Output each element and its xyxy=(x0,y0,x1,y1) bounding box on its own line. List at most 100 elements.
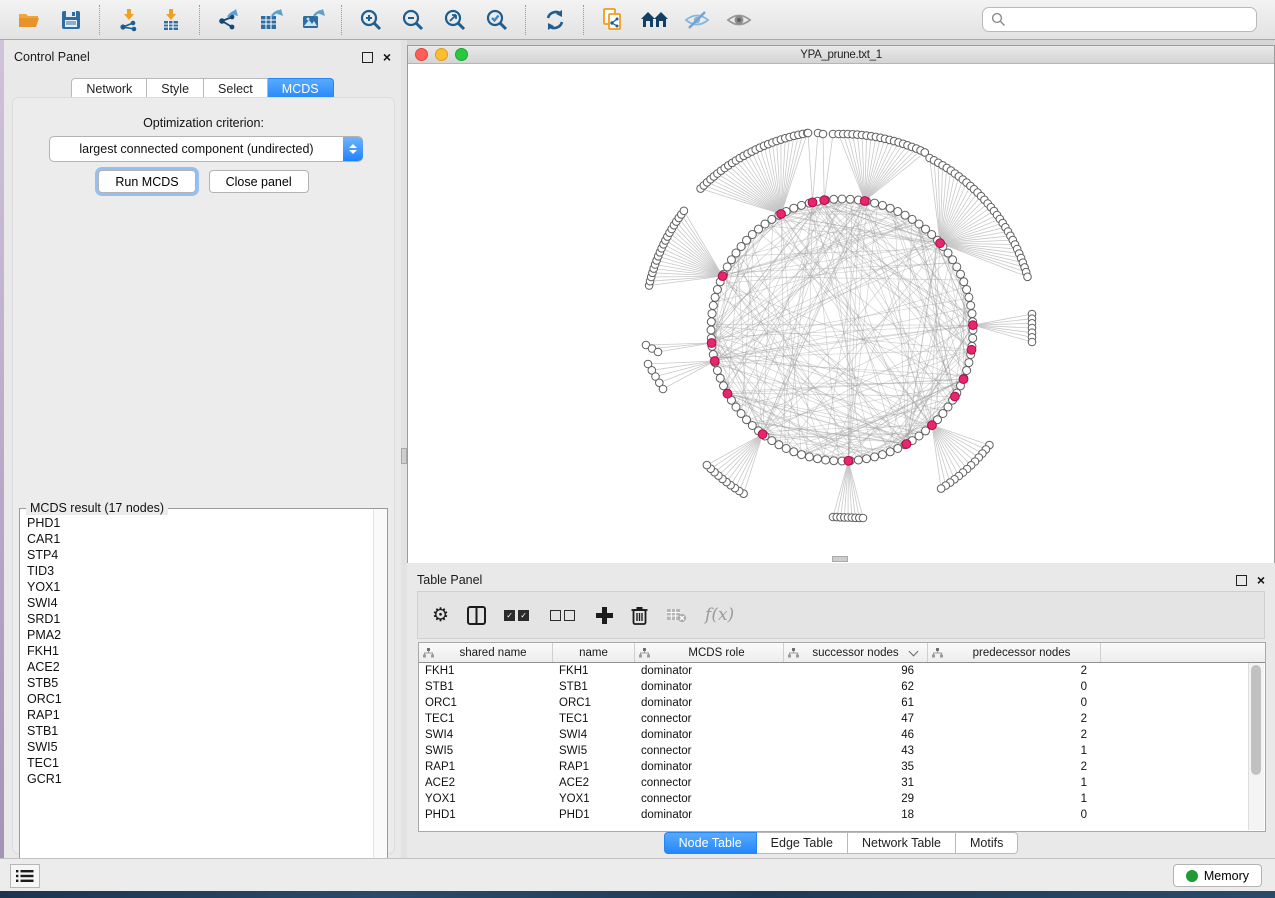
cell-MCDS-role[interactable]: dominator xyxy=(635,807,784,823)
cell-predecessor-nodes[interactable]: 2 xyxy=(928,759,1101,775)
cell-successor-nodes[interactable]: 96 xyxy=(784,663,928,679)
save-button[interactable] xyxy=(52,4,90,36)
cell-successor-nodes[interactable]: 46 xyxy=(784,727,928,743)
table-row[interactable]: TEC1TEC1connector472 xyxy=(419,711,1265,727)
run-mcds-button[interactable]: Run MCDS xyxy=(98,170,195,193)
cell-MCDS-role[interactable]: connector xyxy=(635,775,784,791)
zoom-out-button[interactable] xyxy=(394,4,432,36)
table-row[interactable]: FKH1FKH1dominator962 xyxy=(419,663,1265,679)
cell-name[interactable]: PHD1 xyxy=(553,807,635,823)
close-panel-icon[interactable]: × xyxy=(383,52,391,62)
cell-predecessor-nodes[interactable]: 0 xyxy=(928,679,1101,695)
cell-name[interactable]: YOX1 xyxy=(553,791,635,807)
open-button[interactable] xyxy=(10,4,48,36)
cell-successor-nodes[interactable]: 61 xyxy=(784,695,928,711)
table-row[interactable]: RAP1RAP1dominator352 xyxy=(419,759,1265,775)
cell-MCDS-role[interactable]: dominator xyxy=(635,663,784,679)
cell-predecessor-nodes[interactable]: 0 xyxy=(928,695,1101,711)
mcds-result-item[interactable]: SRD1 xyxy=(27,611,373,627)
column-header-shared-name[interactable]: shared name xyxy=(419,643,553,662)
cell-shared-name[interactable]: SWI4 xyxy=(419,727,553,743)
cell-name[interactable]: FKH1 xyxy=(553,663,635,679)
cell-predecessor-nodes[interactable]: 1 xyxy=(928,743,1101,759)
function-builder-button[interactable]: f(x) xyxy=(705,605,734,625)
column-header-name[interactable]: name xyxy=(553,643,635,662)
tab-network-table[interactable]: Network Table xyxy=(848,832,956,854)
close-panel-button[interactable]: Close panel xyxy=(209,170,309,193)
cell-successor-nodes[interactable]: 18 xyxy=(784,807,928,823)
export-network-button[interactable] xyxy=(210,4,248,36)
zoom-fit-button[interactable] xyxy=(436,4,474,36)
mcds-result-item[interactable]: GCR1 xyxy=(27,771,373,787)
mcds-result-item[interactable]: PHD1 xyxy=(27,515,373,531)
cell-MCDS-role[interactable]: dominator xyxy=(635,759,784,775)
mcds-result-item[interactable]: STB1 xyxy=(27,723,373,739)
mcds-result-list[interactable]: PHD1CAR1STP4TID3YOX1SWI4SRD1PMA2FKH1ACE2… xyxy=(21,515,373,878)
export-table-button[interactable] xyxy=(252,4,290,36)
cell-MCDS-role[interactable]: connector xyxy=(635,743,784,759)
mcds-result-item[interactable]: STB5 xyxy=(27,675,373,691)
cell-shared-name[interactable]: SWI5 xyxy=(419,743,553,759)
mcds-list-scrollbar[interactable] xyxy=(373,509,387,879)
close-table-panel-icon[interactable]: × xyxy=(1257,575,1265,585)
mcds-result-item[interactable]: STP4 xyxy=(27,547,373,563)
cell-predecessor-nodes[interactable]: 1 xyxy=(928,775,1101,791)
float-table-panel-icon[interactable] xyxy=(1236,575,1247,586)
table-row[interactable]: SWI4SWI4dominator462 xyxy=(419,727,1265,743)
network-graph[interactable] xyxy=(408,64,1274,563)
horizontal-splitter-handle[interactable] xyxy=(832,556,848,562)
search-input[interactable] xyxy=(1006,12,1256,28)
mcds-result-item[interactable]: FKH1 xyxy=(27,643,373,659)
import-table-button[interactable] xyxy=(152,4,190,36)
cell-name[interactable]: ORC1 xyxy=(553,695,635,711)
cell-predecessor-nodes[interactable]: 2 xyxy=(928,727,1101,743)
table-row[interactable]: STB1STB1dominator620 xyxy=(419,679,1265,695)
cell-predecessor-nodes[interactable]: 2 xyxy=(928,711,1101,727)
task-history-button[interactable] xyxy=(10,864,40,888)
table-row[interactable]: YOX1YOX1connector291 xyxy=(419,791,1265,807)
import-network-button[interactable] xyxy=(110,4,148,36)
table-row[interactable]: PHD1PHD1dominator180 xyxy=(419,807,1265,823)
cell-shared-name[interactable]: ORC1 xyxy=(419,695,553,711)
cell-predecessor-nodes[interactable]: 1 xyxy=(928,791,1101,807)
mcds-result-item[interactable]: ORC1 xyxy=(27,691,373,707)
cell-shared-name[interactable]: RAP1 xyxy=(419,759,553,775)
zoom-selected-button[interactable] xyxy=(478,4,516,36)
cell-successor-nodes[interactable]: 62 xyxy=(784,679,928,695)
cell-shared-name[interactable]: YOX1 xyxy=(419,791,553,807)
add-column-button[interactable] xyxy=(596,607,613,624)
table-row[interactable]: ORC1ORC1dominator610 xyxy=(419,695,1265,711)
mcds-result-item[interactable]: SWI5 xyxy=(27,739,373,755)
cell-name[interactable]: ACE2 xyxy=(553,775,635,791)
cell-MCDS-role[interactable]: dominator xyxy=(635,727,784,743)
column-view-button[interactable] xyxy=(467,606,486,625)
refresh-button[interactable] xyxy=(536,4,574,36)
clone-network-button[interactable] xyxy=(594,4,632,36)
tab-node-table[interactable]: Node Table xyxy=(664,832,757,854)
cell-successor-nodes[interactable]: 43 xyxy=(784,743,928,759)
cell-MCDS-role[interactable]: connector xyxy=(635,711,784,727)
cell-shared-name[interactable]: TEC1 xyxy=(419,711,553,727)
float-panel-icon[interactable] xyxy=(362,52,373,63)
search-box[interactable] xyxy=(982,7,1257,32)
table-scrollbar-thumb[interactable] xyxy=(1251,665,1261,775)
gear-button[interactable]: ⚙ xyxy=(432,606,449,625)
cell-predecessor-nodes[interactable]: 2 xyxy=(928,663,1101,679)
cell-shared-name[interactable]: STB1 xyxy=(419,679,553,695)
mcds-result-item[interactable]: SWI4 xyxy=(27,595,373,611)
cell-shared-name[interactable]: PHD1 xyxy=(419,807,553,823)
cell-MCDS-role[interactable]: connector xyxy=(635,791,784,807)
column-header-predecessor-nodes[interactable]: predecessor nodes xyxy=(928,643,1101,662)
zoom-in-button[interactable] xyxy=(352,4,390,36)
mcds-result-item[interactable]: TID3 xyxy=(27,563,373,579)
mcds-result-item[interactable]: TEC1 xyxy=(27,755,373,771)
network-canvas[interactable] xyxy=(408,64,1274,563)
memory-button[interactable]: Memory xyxy=(1173,864,1262,887)
show-all-button[interactable] xyxy=(720,4,758,36)
deselect-all-button[interactable] xyxy=(550,608,578,623)
cell-name[interactable]: STB1 xyxy=(553,679,635,695)
cell-successor-nodes[interactable]: 47 xyxy=(784,711,928,727)
table-scrollbar[interactable] xyxy=(1248,663,1264,830)
first-neighbors-button[interactable] xyxy=(636,4,674,36)
cell-predecessor-nodes[interactable]: 0 xyxy=(928,807,1101,823)
